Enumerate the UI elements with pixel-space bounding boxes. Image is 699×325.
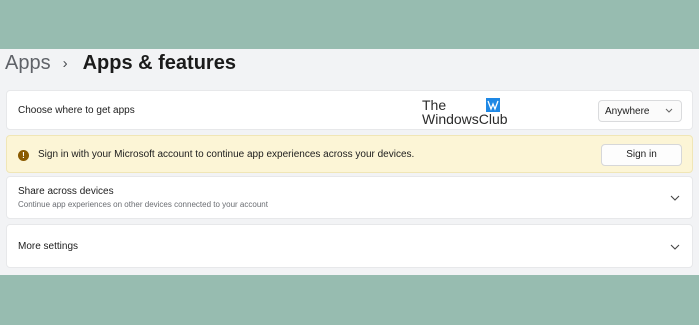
breadcrumb: Apps › Apps & features xyxy=(5,51,236,75)
watermark: The WindowsClub xyxy=(422,96,512,128)
choose-where-card: Choose where to get apps Anywhere xyxy=(6,90,693,130)
app-source-selected: Anywhere xyxy=(605,106,650,117)
choose-where-label: Choose where to get apps xyxy=(18,105,135,116)
warning-icon: ! xyxy=(18,150,29,161)
more-settings-card[interactable]: More settings xyxy=(6,224,693,268)
chevron-down-icon xyxy=(670,195,680,201)
share-across-description: Continue app experiences on other device… xyxy=(18,200,268,209)
page-title: Apps & features xyxy=(82,51,236,74)
breadcrumb-apps-link[interactable]: Apps xyxy=(5,52,51,75)
breadcrumb-separator-icon: › xyxy=(62,54,68,72)
sign-in-warning-banner: ! Sign in with your Microsoft account to… xyxy=(6,135,693,173)
app-source-dropdown[interactable]: Anywhere xyxy=(598,100,682,122)
watermark-line2: WindowsClub xyxy=(422,111,508,127)
more-settings-title: More settings xyxy=(18,241,79,252)
chevron-down-icon xyxy=(670,244,680,250)
warning-message: Sign in with your Microsoft account to c… xyxy=(38,149,415,160)
sign-in-button[interactable]: Sign in xyxy=(601,144,682,166)
chevron-down-icon xyxy=(665,108,673,113)
windowsclub-logo-icon xyxy=(486,98,500,112)
share-across-devices-card[interactable]: Share across devices Continue app experi… xyxy=(6,176,693,219)
share-across-title: Share across devices xyxy=(18,186,114,197)
